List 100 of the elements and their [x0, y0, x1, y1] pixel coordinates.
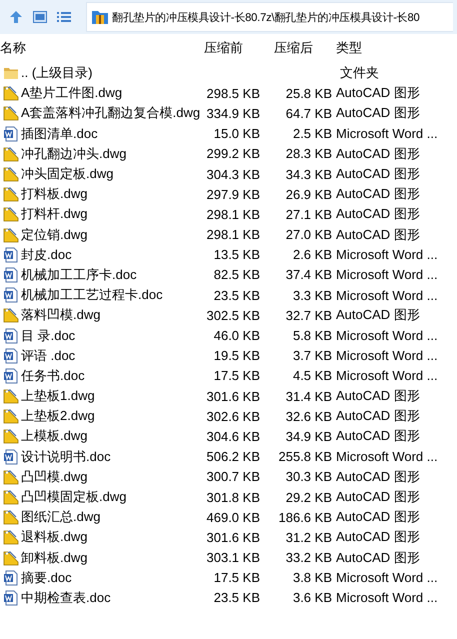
column-header[interactable]: 名称 [0, 39, 200, 57]
table-cell-text: 300.7 KB [206, 469, 260, 484]
drawing-file-icon [3, 105, 19, 122]
table-cell-text: AutoCAD 图形 [335, 508, 421, 526]
table-cell-text: AutoCAD 图形 [335, 528, 421, 546]
table-cell-text: 33.2 KB [284, 550, 332, 566]
table-cell-text: 3.3 KB [292, 288, 332, 303]
drawing-file-icon [3, 186, 19, 202]
file-name[interactable]: 图纸汇总.dwg [21, 508, 100, 526]
table-cell-text: AutoCAD 图形 [335, 387, 421, 406]
file-name[interactable]: 凸凹模.dwg [21, 468, 88, 486]
file-name[interactable]: 冲孔翻边冲头.dwg [21, 144, 126, 163]
file-name[interactable]: 机械加工工艺过程卡.doc [21, 286, 163, 304]
word-document-icon [3, 448, 19, 465]
file-name[interactable]: 冲头固定板.dwg [21, 165, 114, 184]
drawing-file-icon [3, 85, 19, 102]
folder-icon [3, 65, 19, 82]
table-cell-text: AutoCAD 图形 [335, 226, 421, 244]
table-cell-text: 186.6 KB [278, 510, 332, 525]
table-cell-text: 25.8 KB [284, 86, 332, 101]
table-cell-text: 27.1 KB [284, 206, 332, 222]
table-cell-text: 304.3 KB [206, 166, 260, 182]
table-cell-text: Microsoft Word ... [335, 368, 439, 384]
table-cell-text: 506.2 KB [206, 449, 260, 464]
word-document-icon [3, 246, 19, 263]
column-header[interactable]: 类型 [332, 39, 453, 57]
drawing-file-icon [3, 146, 19, 162]
address-field[interactable]: 翻孔垫片的冲压模具设计-长80.7z\翻孔垫片的冲压模具设计-长80 [86, 2, 453, 32]
table-cell-text: AutoCAD 图形 [335, 306, 421, 324]
table-cell-text: Microsoft Word ... [335, 590, 439, 606]
table-cell-text: 29.2 KB [284, 490, 332, 505]
table-cell-text: 298.1 KB [206, 206, 260, 222]
file-name[interactable]: A套盖落料冲孔翻边复合模.dwg [21, 104, 200, 122]
table-cell-text: 303.1 KB [206, 550, 260, 566]
table-cell-text: 3.6 KB [292, 590, 332, 606]
table-cell-text: 301.8 KB [206, 490, 260, 505]
table-cell-text: 37.4 KB [284, 267, 332, 282]
file-name[interactable]: 落料凹模.dwg [21, 306, 100, 324]
column-header[interactable]: 压缩后 [260, 39, 332, 57]
table-cell-text: AutoCAD 图形 [335, 144, 421, 163]
file-name[interactable]: 任务书.doc [21, 366, 85, 385]
file-name[interactable]: 目 录.doc [21, 326, 76, 345]
table-cell-text: 46.0 KB [212, 328, 260, 344]
table-cell-text: 15.0 KB [212, 126, 260, 142]
table-cell-text: 2.6 KB [292, 247, 332, 262]
table-cell-text: 17.5 KB [212, 570, 260, 586]
file-name[interactable]: 退料板.dwg [21, 528, 88, 546]
file-name[interactable]: 封皮.doc [21, 246, 72, 264]
table-cell-text: Microsoft Word ... [335, 267, 439, 282]
table-cell-text: 19.5 KB [212, 348, 260, 364]
table-cell-text: 297.9 KB [206, 186, 260, 202]
file-name[interactable]: 卸料板.dwg [21, 548, 88, 567]
table-cell-text: 64.7 KB [284, 106, 332, 121]
up-arrow-icon[interactable] [8, 9, 24, 25]
file-name[interactable]: 机械加工工序卡.doc [21, 266, 137, 284]
table-cell-text: 302.6 KB [206, 408, 260, 424]
table-cell-text: 255.8 KB [278, 449, 332, 464]
table-cell-text: 23.5 KB [212, 288, 260, 303]
file-name[interactable]: 摘要.doc [21, 568, 72, 587]
word-document-icon [3, 570, 19, 586]
table-cell-text: 17.5 KB [212, 368, 260, 384]
file-name[interactable]: 打料板.dwg [21, 185, 88, 204]
file-name[interactable]: 上垫板1.dwg [21, 387, 95, 406]
file-name[interactable]: 插图清单.doc [21, 124, 98, 143]
table-cell-text: 298.5 KB [206, 86, 260, 101]
table-cell-text: AutoCAD 图形 [335, 84, 421, 102]
table-cell-text: AutoCAD 图形 [335, 407, 421, 426]
list-view-icon[interactable] [56, 9, 72, 25]
file-name[interactable]: 凸凹模固定板.dwg [21, 488, 126, 506]
table-cell-text: 31.2 KB [284, 530, 332, 545]
drawing-file-icon [3, 166, 19, 182]
file-name[interactable]: A垫片工件图.dwg [21, 84, 122, 102]
file-name[interactable]: 设计说明书.doc [21, 448, 111, 466]
file-name[interactable]: .. (上级目录) [21, 64, 92, 82]
table-cell-text: 23.5 KB [212, 590, 260, 606]
table-cell-text: 298.1 KB [206, 227, 260, 242]
word-document-icon [3, 328, 19, 344]
file-name[interactable]: 中期检查表.doc [21, 588, 111, 607]
word-document-icon [3, 590, 19, 606]
file-name[interactable]: 打料杆.dwg [21, 205, 88, 224]
file-name[interactable]: 上垫板2.dwg [21, 407, 95, 426]
table-cell-text: Microsoft Word ... [335, 288, 439, 303]
table-cell-text: Microsoft Word ... [335, 570, 439, 586]
table-cell-text: 469.0 KB [206, 510, 260, 525]
table-cell-text: 28.3 KB [284, 146, 332, 162]
drawing-file-icon [3, 408, 19, 424]
file-name[interactable]: 评语 .doc [21, 346, 76, 365]
column-header[interactable]: 压缩前 [200, 39, 260, 57]
file-name[interactable]: 上模板.dwg [21, 427, 88, 446]
drawing-file-icon [3, 226, 19, 243]
table-cell-text: 301.6 KB [206, 530, 260, 545]
drawing-file-icon [3, 468, 19, 485]
table-cell-text: 5.8 KB [292, 328, 332, 344]
table-cell-text: 304.6 KB [206, 428, 260, 444]
drawing-file-icon [3, 509, 19, 526]
table-cell-text: AutoCAD 图形 [335, 104, 421, 122]
file-name[interactable]: 定位销.dwg [21, 226, 88, 244]
table-cell-text: 31.4 KB [284, 388, 332, 404]
window-icon[interactable] [32, 9, 48, 25]
table-cell-text: 32.7 KB [284, 308, 332, 323]
